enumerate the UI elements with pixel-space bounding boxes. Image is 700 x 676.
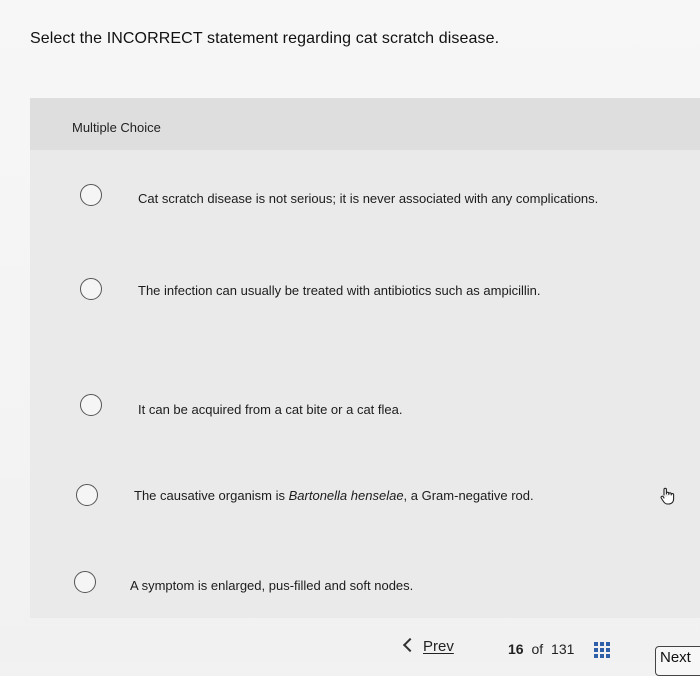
question-type-label: Multiple Choice [72,120,161,135]
option-label: The causative organism is Bartonella hen… [134,488,534,503]
option-label-pre: The causative organism is [134,488,289,503]
option-3[interactable]: It can be acquired from a cat bite or a … [30,381,700,441]
page: Select the INCORRECT statement regarding… [0,0,700,676]
grid-icon[interactable] [594,642,612,660]
panel-header: Multiple Choice [30,98,700,150]
organism-name: Bartonella henselae [288,488,404,503]
chevron-left-icon [402,637,418,653]
option-label: It can be acquired from a cat bite or a … [138,402,403,417]
radio-button[interactable] [76,484,98,506]
question-counter: 16 of 131 [508,641,574,657]
next-button[interactable]: Next [655,646,700,676]
radio-button[interactable] [80,394,102,416]
answer-panel: Multiple Choice Cat scratch disease is n… [30,98,700,618]
option-label: A symptom is enlarged, pus-filled and so… [130,578,414,593]
of-label: of [531,641,544,657]
option-5[interactable]: A symptom is enlarged, pus-filled and so… [30,553,700,613]
radio-button[interactable] [74,571,96,593]
current-question-number: 16 [508,641,524,657]
prev-label: Prev [423,638,454,655]
option-label: Cat scratch disease is not serious; it i… [138,191,599,206]
radio-button[interactable] [80,278,102,300]
radio-button[interactable] [80,184,102,206]
option-label-post: , a Gram-negative rod. [403,488,534,503]
option-label: The infection can usually be treated wit… [138,283,541,298]
option-2[interactable]: The infection can usually be treated wit… [30,278,700,350]
hand-pointer-icon [660,487,675,505]
option-4[interactable]: The causative organism is Bartonella hen… [30,468,700,528]
navigation-bar: Prev 16 of 131 Next [0,630,700,676]
question-prompt: Select the INCORRECT statement regarding… [30,30,500,47]
prev-button[interactable]: Prev [402,637,454,655]
option-1[interactable]: Cat scratch disease is not serious; it i… [30,184,700,258]
total-questions: 131 [551,641,575,657]
